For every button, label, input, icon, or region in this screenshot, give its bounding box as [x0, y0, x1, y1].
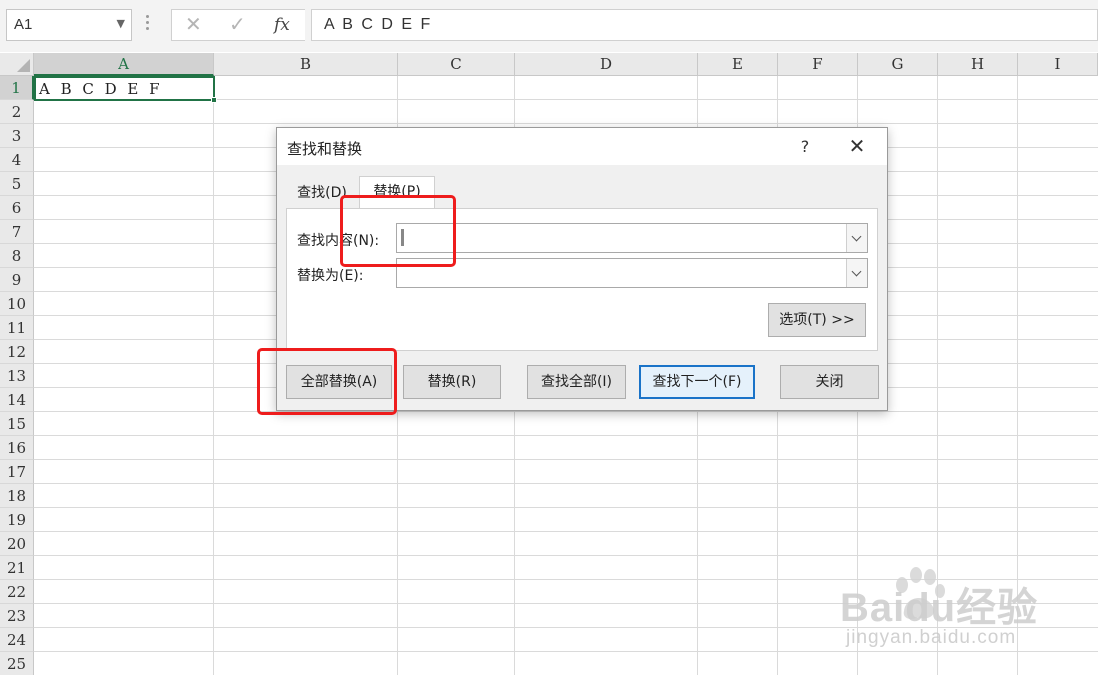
row-header-25[interactable]: 25 [0, 652, 34, 675]
replace-button[interactable]: 替换(R) [403, 365, 501, 399]
close-icon[interactable]: ✕ [185, 12, 202, 36]
grid-row-line [34, 459, 1098, 460]
row-header-21[interactable]: 21 [0, 556, 34, 580]
close-icon[interactable]: ✕ [837, 128, 877, 165]
row-header-7[interactable]: 7 [0, 220, 34, 244]
function-icon[interactable]: fx [274, 15, 290, 35]
formula-value: A B C D E F [324, 16, 433, 33]
replace-with-input[interactable] [396, 258, 868, 288]
name-box[interactable]: A1 ▼ [6, 9, 132, 41]
chevron-down-icon[interactable] [846, 259, 867, 287]
cell-a1[interactable]: A B C D E F [34, 76, 217, 103]
column-header-a[interactable]: A [34, 53, 214, 76]
select-all-corner[interactable] [0, 53, 34, 76]
row-header-4[interactable]: 4 [0, 148, 34, 172]
column-header-e[interactable]: E [698, 53, 778, 76]
grid-column-line [213, 76, 214, 675]
grid-row-line [34, 507, 1098, 508]
cell-a1-value: A B C D E F [39, 80, 163, 98]
row-header-5[interactable]: 5 [0, 172, 34, 196]
row-header-3[interactable]: 3 [0, 124, 34, 148]
grid-row-line [34, 435, 1098, 436]
row-header-19[interactable]: 19 [0, 508, 34, 532]
drag-handle-icon[interactable] [146, 15, 150, 35]
dialog-title: 查找和替换 [287, 140, 363, 158]
row-header-20[interactable]: 20 [0, 532, 34, 556]
row-header-8[interactable]: 8 [0, 244, 34, 268]
column-header-b[interactable]: B [214, 53, 398, 76]
column-header-d[interactable]: D [515, 53, 698, 76]
row-header-18[interactable]: 18 [0, 484, 34, 508]
name-box-value: A1 [14, 16, 33, 33]
watermark-url: jingyan.baidu.com [846, 627, 1017, 648]
column-header-h[interactable]: H [938, 53, 1018, 76]
row-header-17[interactable]: 17 [0, 460, 34, 484]
column-header-i[interactable]: I [1018, 53, 1098, 76]
row-header-11[interactable]: 11 [0, 316, 34, 340]
row-header-9[interactable]: 9 [0, 268, 34, 292]
check-icon[interactable]: ✓ [229, 12, 246, 36]
grid-row-line [34, 123, 1098, 124]
close-button[interactable]: 关闭 [780, 365, 879, 399]
baidu-jingyan-watermark: Baidu经验 jingyan.baidu.com [838, 555, 1068, 665]
dialog-title-bar[interactable]: 查找和替换 ? ✕ [277, 128, 887, 165]
grid-row-line [34, 531, 1098, 532]
row-header-6[interactable]: 6 [0, 196, 34, 220]
find-what-input[interactable] [396, 223, 868, 253]
row-header-10[interactable]: 10 [0, 292, 34, 316]
replace-with-label: 替换为(E): [297, 268, 364, 284]
help-icon[interactable]: ? [787, 128, 823, 165]
chevron-down-icon[interactable]: ▼ [117, 17, 125, 30]
watermark-brand: Baidu经验 [840, 586, 1039, 630]
chevron-down-icon[interactable] [846, 224, 867, 252]
row-header-23[interactable]: 23 [0, 604, 34, 628]
options-button[interactable]: 选项(T) >> [768, 303, 866, 337]
row-header-13[interactable]: 13 [0, 364, 34, 388]
formula-bar: A1 ▼ ✕ ✓ fx A B C D E F [0, 0, 1098, 52]
find-next-button[interactable]: 查找下一个(F) [639, 365, 755, 399]
row-header-12[interactable]: 12 [0, 340, 34, 364]
column-header-c[interactable]: C [398, 53, 515, 76]
row-header-16[interactable]: 16 [0, 436, 34, 460]
row-header-15[interactable]: 15 [0, 412, 34, 436]
highlight-replace-all [257, 348, 397, 415]
row-header-14[interactable]: 14 [0, 388, 34, 412]
row-header-2[interactable]: 2 [0, 100, 34, 124]
formula-input[interactable]: A B C D E F [311, 9, 1098, 41]
row-header-22[interactable]: 22 [0, 580, 34, 604]
fill-handle[interactable] [211, 97, 217, 103]
column-header-g[interactable]: G [858, 53, 938, 76]
row-header-24[interactable]: 24 [0, 628, 34, 652]
row-header-1[interactable]: 1 [0, 76, 34, 100]
highlight-find-input [340, 195, 456, 267]
column-header-f[interactable]: F [778, 53, 858, 76]
formula-buttons: ✕ ✓ fx [171, 9, 305, 41]
grid-row-line [34, 411, 1098, 412]
find-all-button[interactable]: 查找全部(I) [527, 365, 626, 399]
grid-row-line [34, 483, 1098, 484]
